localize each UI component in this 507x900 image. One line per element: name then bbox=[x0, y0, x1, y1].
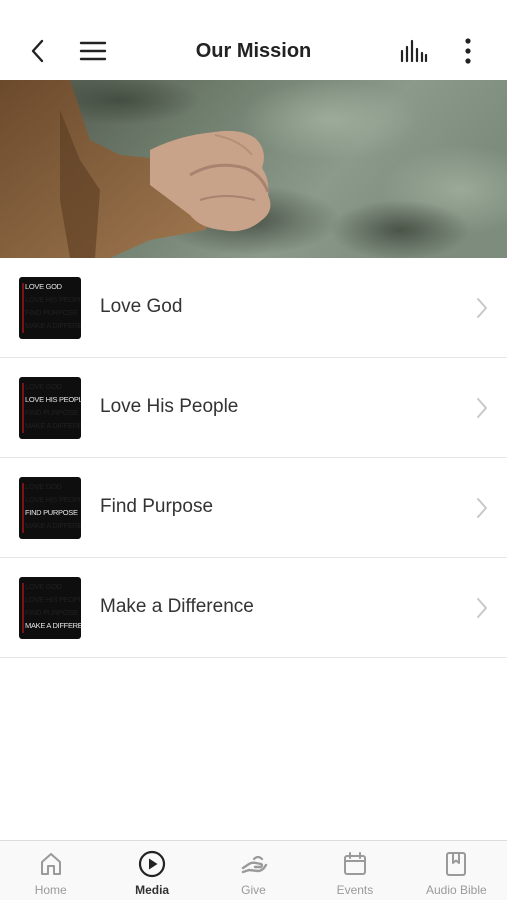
thumb-line: FIND PURPOSE bbox=[25, 308, 78, 317]
list-item-label: Love His People bbox=[100, 396, 239, 417]
home-icon bbox=[40, 853, 61, 875]
tab-label: Events bbox=[336, 883, 374, 897]
list-item-love-his-people[interactable]: LOVE GOD LOVE HIS PEOPLE FIND PURPOSE MA… bbox=[0, 358, 507, 458]
tab-label: Audio Bible bbox=[425, 883, 487, 897]
more-vertical-icon bbox=[465, 38, 471, 64]
hands-clasped-photo bbox=[0, 80, 507, 258]
tab-audio-bible[interactable]: Audio Bible bbox=[406, 841, 507, 900]
audio-button[interactable] bbox=[396, 32, 432, 70]
list-item-love-god[interactable]: LOVE GOD LOVE HIS PEOPLE FIND PURPOSE MA… bbox=[0, 258, 507, 358]
chevron-right-icon bbox=[477, 598, 487, 618]
chevron-right-icon bbox=[477, 298, 487, 318]
chevron-right-icon bbox=[477, 498, 487, 518]
thumb-line: LOVE HIS PEOPLE bbox=[25, 295, 81, 304]
more-options-button[interactable] bbox=[450, 32, 486, 70]
menu-button[interactable] bbox=[75, 32, 111, 70]
thumbnail: LOVE GOD LOVE HIS PEOPLE FIND PURPOSE MA… bbox=[19, 277, 81, 339]
page-title: Our Mission bbox=[195, 40, 312, 62]
thumb-line: LOVE GOD bbox=[25, 482, 62, 491]
audio-levels-icon bbox=[400, 39, 428, 63]
list-item-label: Make a Difference bbox=[100, 596, 254, 617]
mission-list: LOVE GOD LOVE HIS PEOPLE FIND PURPOSE MA… bbox=[0, 258, 507, 658]
tab-bar: Home Media Give Events Audio Bible bbox=[0, 840, 507, 900]
thumb-line: LOVE GOD bbox=[25, 282, 62, 291]
tab-media[interactable]: Media bbox=[101, 841, 202, 900]
chevron-right-icon bbox=[477, 398, 487, 418]
thumb-line: MAKE A DIFFERENCE bbox=[25, 321, 81, 330]
hero-image bbox=[0, 80, 507, 258]
tab-label: Media bbox=[135, 883, 170, 897]
calendar-icon bbox=[343, 852, 366, 875]
thumb-line: MAKE A DIFFERENCE bbox=[25, 421, 81, 430]
nav-bar: Our Mission bbox=[0, 22, 507, 80]
thumb-line: FIND PURPOSE bbox=[25, 508, 78, 517]
thumb-line: MAKE A DIFFERENCE bbox=[25, 621, 81, 630]
thumb-line: LOVE HIS PEOPLE bbox=[25, 495, 81, 504]
list-item-find-purpose[interactable]: LOVE GOD LOVE HIS PEOPLE FIND PURPOSE MA… bbox=[0, 458, 507, 558]
thumb-line: FIND PURPOSE bbox=[25, 408, 78, 417]
chevron-left-icon bbox=[31, 39, 44, 63]
thumbnail: LOVE GOD LOVE HIS PEOPLE FIND PURPOSE MA… bbox=[19, 577, 81, 639]
tab-home[interactable]: Home bbox=[0, 841, 101, 900]
hamburger-menu-icon bbox=[79, 41, 107, 61]
give-hand-icon bbox=[241, 855, 267, 874]
thumbnail: LOVE GOD LOVE HIS PEOPLE FIND PURPOSE MA… bbox=[19, 477, 81, 539]
thumb-line: LOVE HIS PEOPLE bbox=[25, 395, 81, 404]
thumb-line: LOVE GOD bbox=[25, 582, 62, 591]
tab-events[interactable]: Events bbox=[304, 841, 405, 900]
thumb-line: MAKE A DIFFERENCE bbox=[25, 521, 81, 530]
status-bar bbox=[0, 0, 507, 22]
thumbnail: LOVE GOD LOVE HIS PEOPLE FIND PURPOSE MA… bbox=[19, 377, 81, 439]
list-item-label: Love God bbox=[100, 296, 183, 317]
play-circle-icon bbox=[139, 850, 166, 878]
back-button[interactable] bbox=[20, 32, 56, 70]
list-item-make-a-difference[interactable]: LOVE GOD LOVE HIS PEOPLE FIND PURPOSE MA… bbox=[0, 558, 507, 658]
list-item-label: Find Purpose bbox=[100, 496, 214, 517]
tab-label: Home bbox=[34, 883, 67, 897]
tab-give[interactable]: Give bbox=[203, 841, 304, 900]
bookmark-book-icon bbox=[446, 852, 467, 876]
thumb-line: LOVE HIS PEOPLE bbox=[25, 595, 81, 604]
thumb-line: FIND PURPOSE bbox=[25, 608, 78, 617]
tab-label: Give bbox=[241, 883, 266, 897]
thumb-line: LOVE GOD bbox=[25, 382, 62, 391]
